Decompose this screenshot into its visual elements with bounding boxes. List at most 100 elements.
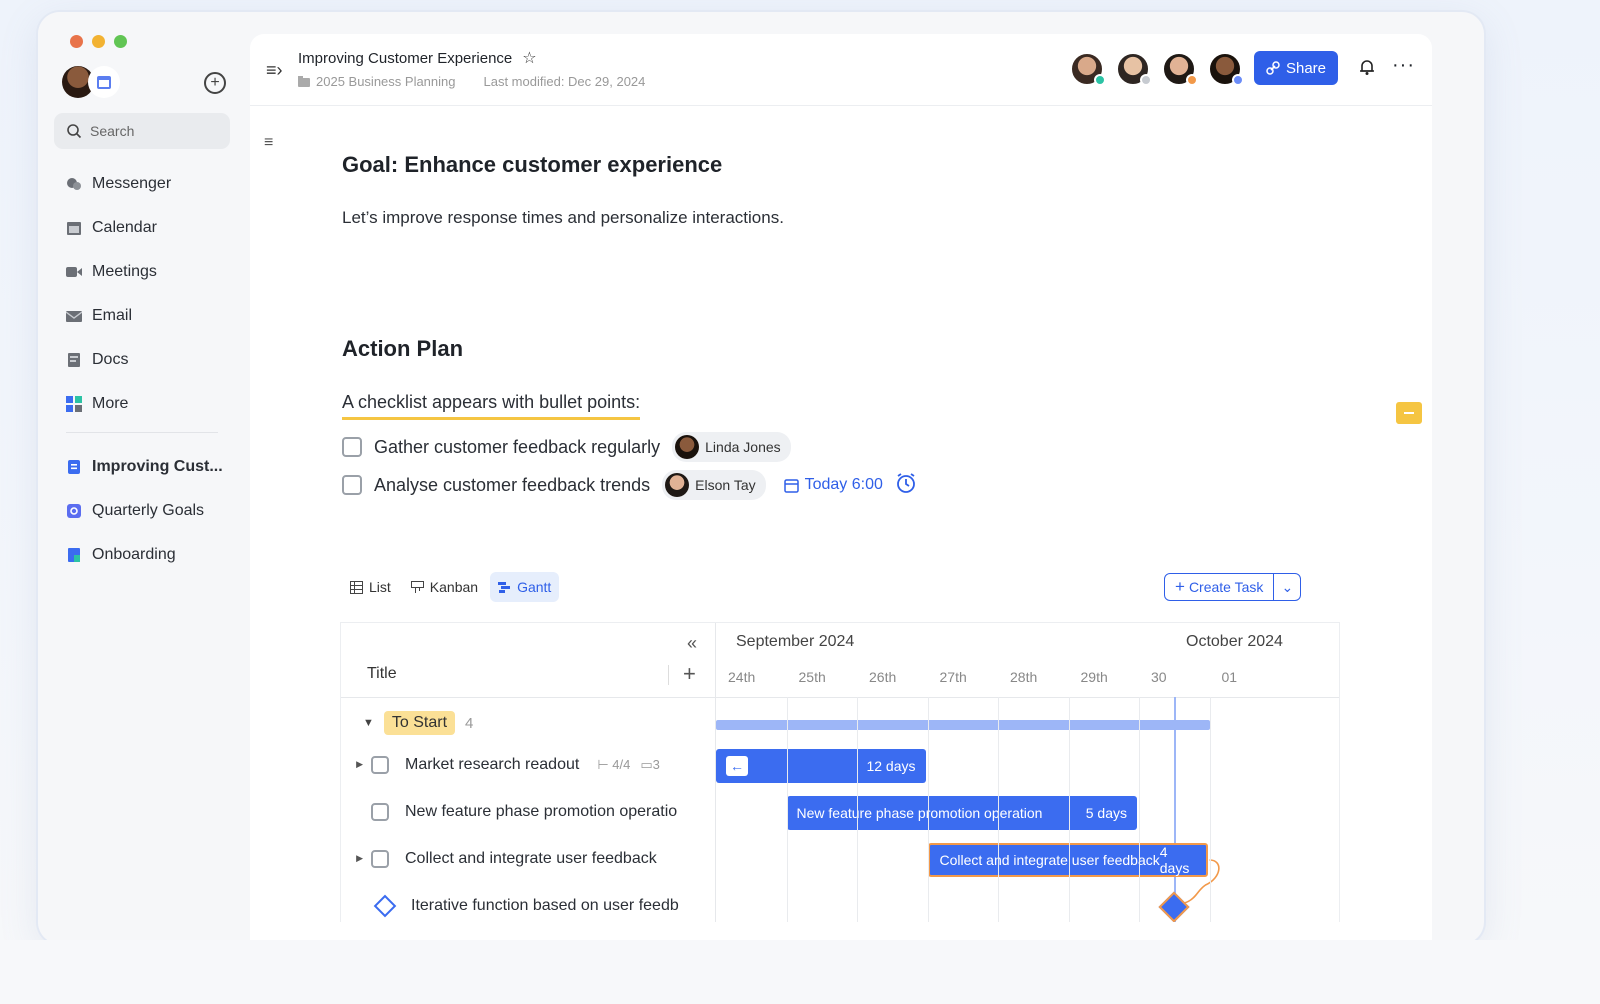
gantt-timeline: September 2024 October 2024 ← 12 days Ne… — [716, 623, 1339, 922]
last-modified: Last modified: Dec 29, 2024 — [483, 74, 646, 89]
sidebar-nav: Messenger Calendar Meetings Email Docs M… — [66, 162, 236, 577]
sidebar-item-messenger[interactable]: Messenger — [66, 162, 236, 206]
gantt-chart: « Title + ▼ To Start 4 ▶ Market research… — [340, 622, 1340, 922]
checkbox[interactable] — [342, 475, 362, 495]
day-label: 26th — [869, 669, 897, 685]
checklist-text: Gather customer feedback regularly — [374, 436, 661, 457]
share-button[interactable]: Share — [1254, 51, 1338, 85]
window-controls — [70, 35, 127, 48]
chat-bubbles-icon — [66, 176, 82, 192]
sidebar-item-meetings[interactable]: Meetings — [66, 250, 236, 294]
group-badge: To Start — [383, 711, 456, 735]
day-label: 30 — [1151, 669, 1167, 685]
day-label: 24th — [728, 669, 756, 685]
plus-icon: + — [1175, 577, 1185, 596]
collaborator-avatar[interactable] — [1162, 52, 1198, 86]
sidebar-item-label: Email — [92, 307, 133, 324]
view-tab-gantt[interactable]: Gantt — [490, 572, 560, 602]
assignee-avatar — [665, 473, 690, 497]
link-icon — [1266, 61, 1280, 75]
create-task-button[interactable]: + Create Task ⌄ — [1164, 573, 1302, 601]
collaborator-avatar[interactable] — [1070, 52, 1106, 86]
more-options-icon[interactable]: ··· — [1392, 54, 1415, 77]
main-panel: ≡› Improving Customer Experience ☆ 2025 … — [250, 34, 1432, 944]
sidebar-divider — [66, 432, 218, 433]
sidebar-item-label: Quarterly Goals — [92, 502, 205, 519]
task-checkbox[interactable] — [371, 849, 389, 868]
task-row[interactable]: ▶ Collect and integrate user feedback — [341, 835, 657, 882]
chevron-down-icon[interactable]: ⌄ — [1274, 574, 1300, 600]
envelope-icon — [66, 308, 82, 324]
calendar-mini-icon[interactable] — [88, 66, 120, 98]
collaborator-avatar[interactable] — [1116, 52, 1152, 86]
comment-count: ▭3 — [640, 757, 660, 773]
sidebar-item-email[interactable]: Email — [66, 294, 236, 338]
assignee-name: Linda Jones — [705, 439, 781, 455]
task-checkbox[interactable] — [371, 802, 389, 821]
task-row[interactable]: Iterative function based on user feedb — [341, 882, 679, 922]
share-label: Share — [1285, 59, 1327, 77]
add-column-icon[interactable]: + — [683, 661, 696, 687]
view-label: Kanban — [429, 579, 479, 595]
table-icon — [350, 580, 363, 594]
checkbox[interactable] — [342, 437, 362, 457]
outline-icon[interactable]: ≡ — [264, 134, 273, 152]
comment-icon[interactable] — [1396, 402, 1422, 424]
checklist-item: Gather customer feedback regularly Linda… — [342, 432, 791, 462]
backdrop — [0, 940, 1600, 1004]
add-icon[interactable]: + — [204, 72, 226, 94]
app-window: + Search Messenger Calendar Meetings Ema… — [38, 12, 1484, 944]
task-row[interactable]: New feature phase promotion operatio — [341, 788, 677, 835]
collapse-icon[interactable]: « — [687, 633, 697, 654]
subtask-value: 4/4 — [612, 756, 631, 772]
assignee-mention[interactable]: Elson Tay — [662, 470, 766, 500]
folder-icon — [298, 76, 310, 87]
caret-right-icon[interactable]: ▶ — [341, 853, 371, 864]
close-window-button[interactable] — [70, 35, 83, 48]
zoom-window-button[interactable] — [114, 35, 127, 48]
sidebar-item-label: More — [92, 395, 129, 412]
breadcrumb[interactable]: 2025 Business Planning — [298, 74, 456, 89]
alarm-clock-icon[interactable] — [895, 472, 917, 499]
collaborators — [1070, 52, 1244, 86]
sidebar-item-label: Onboarding — [92, 546, 176, 563]
group-count: 4 — [465, 714, 474, 732]
sidebar-doc-onboarding[interactable]: Onboarding — [66, 533, 236, 577]
task-checkbox[interactable] — [371, 755, 389, 774]
view-tab-list[interactable]: List — [342, 572, 399, 602]
sidebar-doc-improving[interactable]: Improving Cust... — [66, 445, 236, 489]
milestone-icon[interactable] — [373, 894, 397, 917]
doc-header: ≡› Improving Customer Experience ☆ 2025 … — [250, 34, 1432, 106]
sidebar-item-more[interactable]: More — [66, 382, 236, 426]
task-title: Collect and integrate user feedback — [405, 849, 657, 867]
star-icon[interactable]: ☆ — [522, 48, 536, 68]
sidebar-doc-quarterly-goals[interactable]: Quarterly Goals — [66, 489, 236, 533]
day-label: 25th — [798, 669, 826, 685]
group-header[interactable]: ▼ To Start 4 — [363, 711, 473, 735]
sidebar-item-docs[interactable]: Docs — [66, 338, 236, 382]
doc-meta: 2025 Business Planning Last modified: De… — [298, 74, 645, 89]
due-date[interactable]: Today 6:00 — [783, 476, 883, 494]
task-row[interactable]: ▶ Market research readout ⊢ 4/4 ▭3 — [341, 741, 660, 788]
subtask-count: ⊢ 4/4 — [597, 757, 630, 773]
task-title: New feature phase promotion operatio — [405, 802, 678, 820]
sidebar-toggle-icon[interactable]: ≡› — [266, 60, 283, 81]
search-input[interactable]: Search — [54, 113, 230, 149]
calendar-icon — [66, 220, 82, 236]
task-title: Market research readout — [405, 755, 580, 773]
gantt-task-list: « Title + ▼ To Start 4 ▶ Market research… — [341, 623, 716, 922]
assignee-mention[interactable]: Linda Jones — [672, 432, 791, 462]
sidebar-item-calendar[interactable]: Calendar — [66, 206, 236, 250]
view-tab-kanban[interactable]: Kanban — [403, 572, 486, 602]
day-gridline — [1209, 697, 1211, 922]
create-task-main[interactable]: + Create Task — [1165, 574, 1275, 600]
bell-icon[interactable] — [1358, 58, 1376, 81]
grid-icon — [66, 396, 82, 412]
dependency-line — [1167, 859, 1220, 906]
caret-down-icon[interactable]: ▼ — [363, 717, 374, 729]
caret-right-icon[interactable]: ▶ — [341, 759, 371, 770]
collaborator-avatar[interactable] — [1208, 52, 1244, 86]
doc-blue-icon — [66, 459, 82, 475]
assignee-avatar — [675, 435, 700, 459]
minimize-window-button[interactable] — [92, 35, 105, 48]
